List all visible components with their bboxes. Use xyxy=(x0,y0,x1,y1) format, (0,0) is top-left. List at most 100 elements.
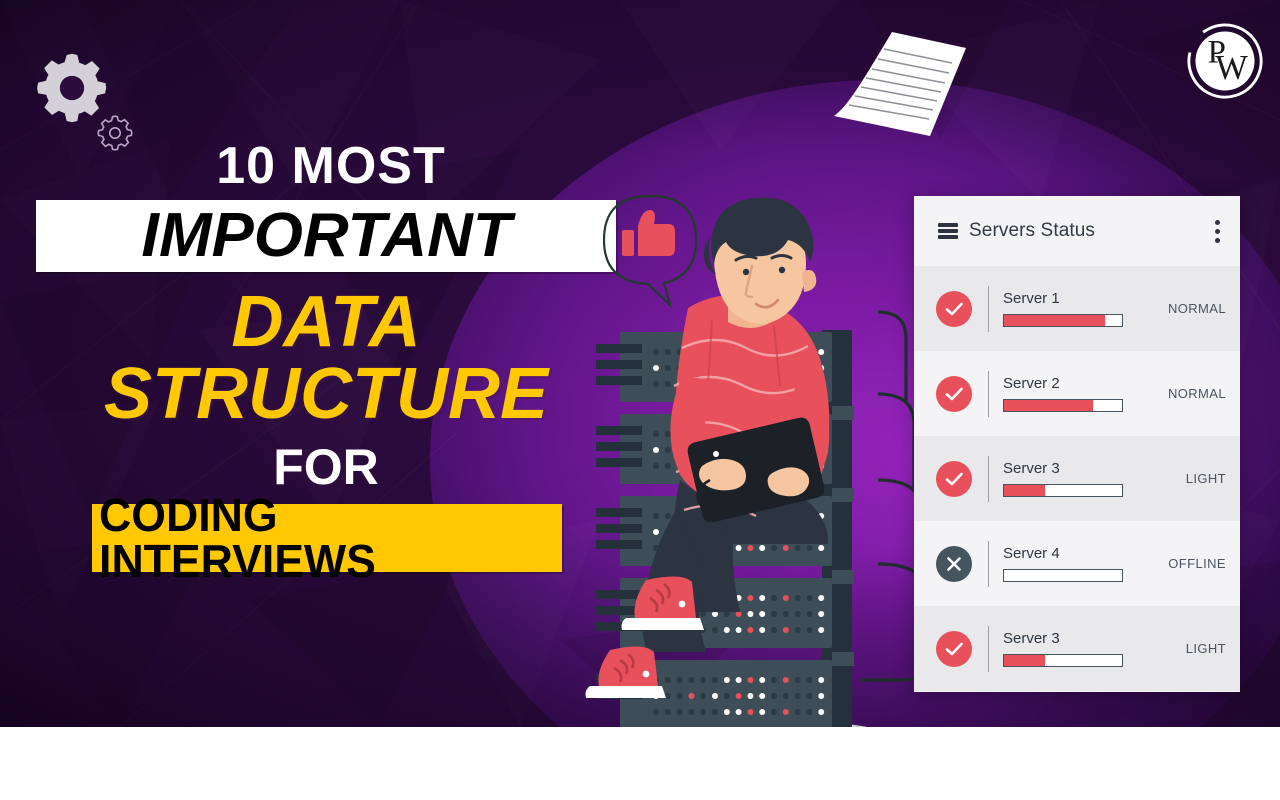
server-led xyxy=(794,693,801,699)
server-row[interactable]: Server 3 LIGHT xyxy=(914,436,1240,521)
server-led xyxy=(818,709,825,715)
server-led xyxy=(735,545,742,551)
server-led xyxy=(818,595,825,601)
server-led xyxy=(700,677,707,683)
server-row-body: Server 3 xyxy=(1003,630,1144,667)
server-led xyxy=(688,709,695,715)
server-led xyxy=(806,627,813,633)
server-load-bar xyxy=(1003,654,1123,667)
server-led xyxy=(653,463,659,469)
server-led xyxy=(747,545,754,551)
server-led xyxy=(735,693,742,699)
headline-line-1: 10 MOST xyxy=(216,137,446,195)
headline-line-4: FOR xyxy=(273,439,379,495)
headline-block: 10 MOST IMPORTANT DATA STRUCTURE FOR COD… xyxy=(36,137,616,584)
row-divider xyxy=(988,625,989,672)
headline-line-5: CODING INTERVIEWS xyxy=(99,489,376,587)
server-led xyxy=(818,349,825,355)
headline-line-2: IMPORTANT xyxy=(140,201,512,270)
check-circle-icon xyxy=(936,290,972,327)
server-led xyxy=(664,365,671,371)
server-led xyxy=(653,381,659,387)
server-led xyxy=(771,709,777,715)
panel-header: Servers Status xyxy=(914,196,1240,266)
poster-canvas: 10 MOST IMPORTANT DATA STRUCTURE FOR COD… xyxy=(0,0,1280,727)
server-load-bar xyxy=(1003,484,1123,497)
server-load-fill xyxy=(1004,655,1046,666)
kebab-menu-icon[interactable] xyxy=(1215,219,1220,243)
server-status-label: NORMAL xyxy=(1167,386,1226,401)
server-row-body: Server 4 xyxy=(1003,545,1144,582)
server-led xyxy=(806,693,813,699)
server-led xyxy=(653,431,659,437)
server-name: Server 3 xyxy=(1003,630,1060,647)
server-led xyxy=(806,709,813,715)
server-led xyxy=(794,709,801,715)
headline-band-coding-interviews: CODING INTERVIEWS xyxy=(92,492,562,584)
server-status-label: NORMAL xyxy=(1167,301,1226,316)
server-led xyxy=(794,677,801,683)
server-row-body: Server 1 xyxy=(1003,290,1144,327)
server-led xyxy=(735,709,742,715)
server-led xyxy=(747,677,754,683)
server-led xyxy=(712,627,718,633)
server-rows-list: Server 1 NORMAL Server 2 NORMAL Server 3 LIGH… xyxy=(914,266,1240,691)
server-led xyxy=(771,693,777,699)
logo-letter-w: W xyxy=(1215,49,1248,87)
server-led xyxy=(723,677,730,683)
server-led xyxy=(653,447,659,453)
server-led xyxy=(806,677,813,683)
hamburger-icon[interactable] xyxy=(938,223,958,239)
server-led xyxy=(664,431,671,437)
server-led xyxy=(712,709,718,715)
server-led xyxy=(664,677,671,683)
server-led xyxy=(747,595,754,601)
document-sheet-icon xyxy=(834,32,966,136)
server-led xyxy=(818,611,825,617)
man-with-tablet-illustration xyxy=(585,194,930,727)
pw-logo: P W xyxy=(1187,23,1263,99)
server-led xyxy=(771,677,777,683)
server-row-body: Server 2 xyxy=(1003,375,1144,412)
server-led xyxy=(747,611,754,617)
server-row[interactable]: Server 1 NORMAL xyxy=(914,266,1240,351)
server-led xyxy=(794,627,801,633)
server-load-bar xyxy=(1003,399,1123,412)
server-led xyxy=(712,693,718,699)
server-led xyxy=(664,709,671,715)
server-led xyxy=(653,709,659,715)
server-led xyxy=(818,677,825,683)
server-status-label: LIGHT xyxy=(1185,471,1226,486)
server-led xyxy=(747,627,754,633)
server-load-fill xyxy=(1004,485,1046,496)
server-led xyxy=(782,545,789,551)
server-led xyxy=(653,513,659,519)
server-row[interactable]: Server 4 OFFLINE xyxy=(914,521,1240,606)
server-led xyxy=(806,611,813,617)
server-led xyxy=(735,677,742,683)
server-led xyxy=(723,709,730,715)
server-led xyxy=(806,595,813,601)
server-led xyxy=(771,595,777,601)
server-led xyxy=(794,545,801,551)
server-load-bar xyxy=(1003,314,1123,327)
server-led xyxy=(664,381,671,387)
server-led xyxy=(688,677,695,683)
server-led xyxy=(782,693,789,699)
server-led xyxy=(664,463,671,469)
server-led xyxy=(747,709,754,715)
server-row[interactable]: Server 3 LIGHT xyxy=(914,606,1240,691)
server-led xyxy=(759,545,766,551)
server-led xyxy=(782,709,789,715)
server-led xyxy=(759,709,766,715)
headline-line-3: DATA STRUCTURE xyxy=(104,282,548,434)
server-led xyxy=(700,709,707,715)
server-led xyxy=(676,677,683,683)
server-status-label: LIGHT xyxy=(1185,641,1226,656)
server-led xyxy=(782,627,789,633)
server-led xyxy=(664,447,671,453)
server-led xyxy=(735,627,742,633)
server-led xyxy=(759,595,766,601)
server-row[interactable]: Server 2 NORMAL xyxy=(914,351,1240,436)
server-row-body: Server 3 xyxy=(1003,460,1144,497)
